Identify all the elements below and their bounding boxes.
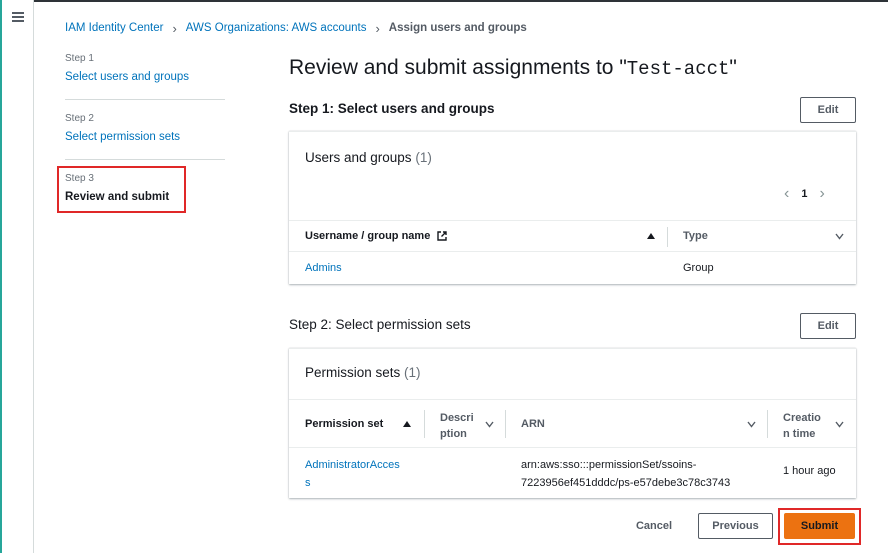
hamburger-menu-icon[interactable] — [12, 12, 24, 22]
column-divider — [667, 227, 668, 247]
page-number[interactable]: 1 — [801, 188, 807, 200]
highlight-box-step-3 — [57, 166, 186, 213]
column-header-arn[interactable]: ARN — [521, 418, 545, 430]
wizard-step-1: Step 1 Select users and groups — [65, 53, 189, 83]
breadcrumb-current: Assign users and groups — [388, 22, 527, 34]
caret-down-icon[interactable] — [835, 421, 844, 428]
edit-step1-button[interactable]: Edit — [800, 97, 856, 123]
step-number: Step 1 — [65, 53, 94, 64]
window-top-edge — [0, 0, 888, 2]
chevron-right-icon: › — [375, 20, 380, 36]
column-divider — [424, 410, 425, 438]
breadcrumb: IAM Identity Center › AWS Organizations:… — [65, 20, 527, 36]
user-group-name-link[interactable]: Admins — [305, 262, 342, 274]
page-title: Review and submit assignments to "Test-a… — [289, 56, 737, 80]
step-link-select-permission-sets[interactable]: Select permission sets — [65, 131, 180, 143]
step-number: Step 2 — [65, 113, 94, 124]
breadcrumb-iam-identity-center[interactable]: IAM Identity Center — [65, 22, 163, 34]
previous-button[interactable]: Previous — [698, 513, 773, 539]
chevron-right-icon[interactable]: › — [819, 185, 824, 203]
column-divider — [505, 410, 506, 438]
step-link-select-users[interactable]: Select users and groups — [65, 71, 189, 83]
edit-step2-button[interactable]: Edit — [800, 313, 856, 339]
caret-up-icon[interactable] — [647, 233, 655, 239]
breadcrumb-aws-accounts[interactable]: AWS Organizations: AWS accounts — [186, 22, 367, 34]
cancel-button[interactable]: Cancel — [624, 513, 684, 539]
table-header: Username / group name Type — [289, 220, 856, 252]
highlight-box-submit — [778, 508, 861, 545]
column-divider — [767, 410, 768, 438]
step-divider — [65, 159, 225, 160]
user-group-type: Group — [683, 262, 714, 274]
column-header-username[interactable]: Username / group name — [305, 230, 448, 242]
caret-down-icon[interactable] — [747, 421, 756, 428]
step-divider — [65, 99, 225, 100]
permission-set-creation-time: 1 hour ago — [783, 465, 836, 477]
caret-down-icon[interactable] — [485, 421, 494, 428]
column-header-permission-set[interactable]: Permission set — [305, 418, 383, 430]
permission-sets-panel-title: Permission sets (1) — [305, 365, 421, 380]
caret-up-icon[interactable] — [403, 421, 411, 427]
external-link-icon — [437, 231, 448, 241]
column-header-type[interactable]: Type — [683, 230, 708, 242]
column-header-creation-time[interactable]: Creatio n time — [783, 410, 821, 442]
permission-sets-panel: Permission sets (1) Permission set Descr… — [289, 348, 856, 498]
navigation-rail — [0, 0, 34, 553]
chevron-right-icon: › — [172, 20, 177, 36]
account-name: Test-acct — [626, 58, 730, 80]
users-groups-panel: Users and groups (1) ‹ 1 › Username / gr… — [289, 131, 856, 284]
caret-down-icon[interactable] — [835, 233, 844, 240]
step2-heading: Step 2: Select permission sets — [289, 317, 471, 332]
users-groups-panel-title: Users and groups (1) — [305, 150, 432, 165]
chevron-left-icon[interactable]: ‹ — [784, 185, 789, 203]
step1-heading: Step 1: Select users and groups — [289, 101, 495, 116]
column-header-description[interactable]: Descri ption — [440, 410, 474, 442]
pagination: ‹ 1 › — [784, 185, 825, 203]
permission-set-name-link[interactable]: AdministratorAcces s — [305, 456, 400, 492]
permission-set-arn: arn:aws:sso:::permissionSet/ssoins- 72239… — [521, 459, 731, 489]
wizard-step-2: Step 2 Select permission sets — [65, 113, 180, 143]
table-header: Permission set Descri ption ARN Creatio n … — [289, 399, 856, 448]
